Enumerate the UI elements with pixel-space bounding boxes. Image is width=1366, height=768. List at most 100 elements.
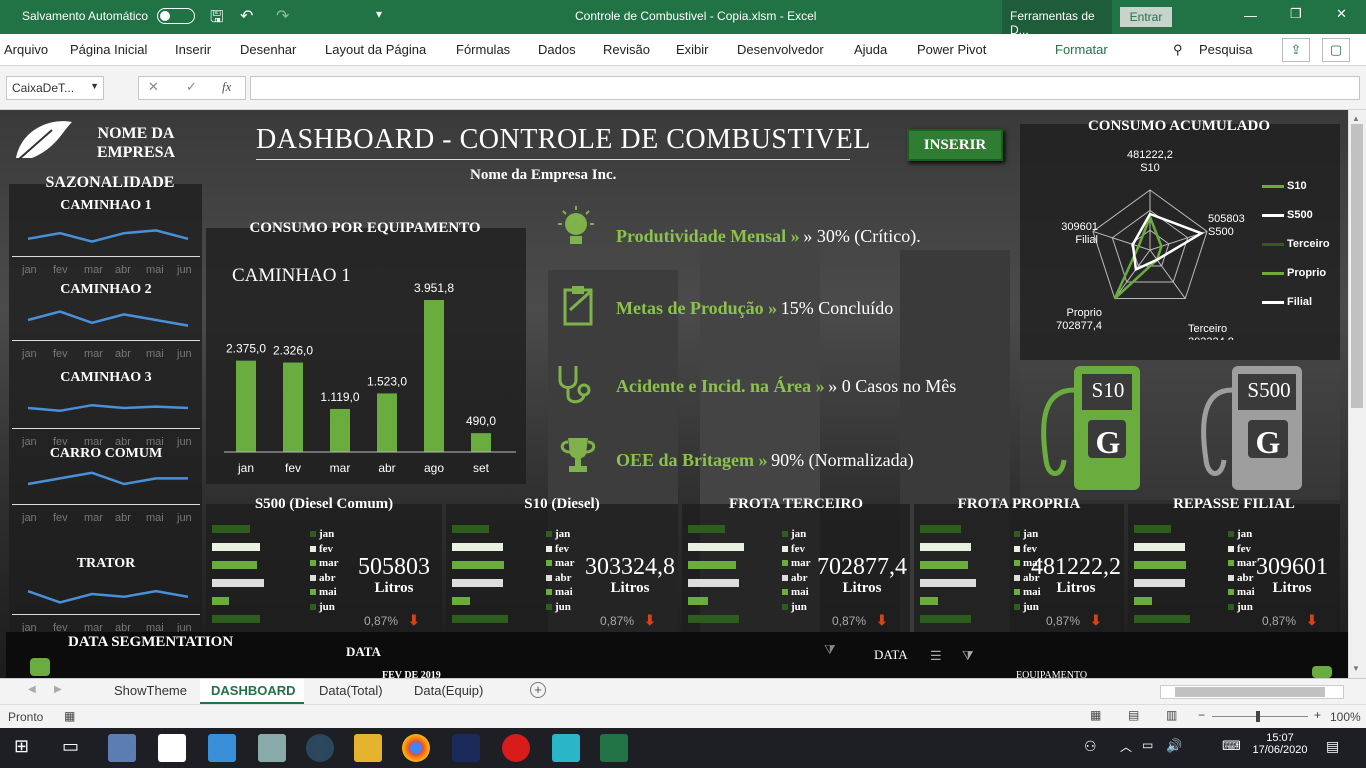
language-icon[interactable]: ⌨: [1222, 738, 1241, 754]
clear-filter-icon[interactable]: ⧩: [824, 642, 836, 658]
prev-sheet-icon[interactable]: ◀: [28, 684, 36, 695]
scroll-down-icon[interactable]: ▼: [1352, 664, 1360, 673]
fuel-card-legend-item: abr: [310, 572, 336, 584]
app-icon[interactable]: [552, 734, 580, 762]
computer-app-icon[interactable]: [108, 734, 136, 762]
legend-label: Terceiro: [1287, 238, 1330, 250]
zoom-in-icon[interactable]: +: [1314, 708, 1321, 722]
tools-context-tab[interactable]: Ferramentas de D...: [1010, 9, 1112, 37]
segmentation-date-value[interactable]: FEV DE 2019: [382, 670, 441, 678]
tab-exibir[interactable]: Exibir: [676, 42, 709, 57]
tab-revisao[interactable]: Revisão: [603, 42, 650, 57]
legend-swatch: [310, 560, 316, 566]
enter-icon[interactable]: ✓: [186, 79, 197, 95]
search-label[interactable]: Pesquisa: [1199, 42, 1252, 57]
chevron-down-icon[interactable]: ▼: [90, 81, 99, 91]
tab-pagina-inicial[interactable]: Página Inicial: [70, 42, 147, 57]
page-layout-icon[interactable]: ▤: [1128, 708, 1139, 722]
scroll-up-icon[interactable]: ▲: [1352, 114, 1360, 123]
monitor-app-icon[interactable]: [258, 734, 286, 762]
zoom-handle[interactable]: [1256, 711, 1260, 722]
windows-start-icon[interactable]: ⊞: [14, 736, 29, 757]
redo-icon[interactable]: ↷: [276, 6, 289, 26]
tab-formatar[interactable]: Formatar: [1055, 42, 1108, 57]
kpi-accidents-label: Acidente e Incid. na Área »: [616, 376, 825, 396]
fuel-card-percent: 0,87%: [1046, 614, 1081, 628]
chrome-icon[interactable]: [402, 734, 430, 762]
tab-power-pivot[interactable]: Power Pivot: [917, 42, 986, 57]
windows-taskbar: ⊞ ▭ ⚇ ︿ ▭ 🔊 ⌨ 15:07 17/06/2020 ▤: [0, 728, 1366, 768]
fuel-card-legend-item: jun: [782, 601, 807, 613]
bar-set: [471, 433, 491, 452]
kpi-accidents: Acidente e Incid. na Área » » 0 Casos no…: [616, 376, 956, 397]
zoom-level[interactable]: 100%: [1330, 710, 1361, 724]
search-icon[interactable]: ⚲: [1173, 42, 1183, 58]
horizontal-scrollbar[interactable]: [1160, 685, 1344, 699]
scroll-thumb[interactable]: [1351, 124, 1363, 408]
add-sheet-icon[interactable]: +: [530, 682, 546, 698]
close-icon[interactable]: ✕: [1336, 6, 1347, 22]
tab-formulas[interactable]: Fórmulas: [456, 42, 510, 57]
zoom-out-icon[interactable]: −: [1198, 708, 1205, 722]
macro-record-icon[interactable]: ▦: [64, 709, 75, 723]
radar-legend-item: S500: [1262, 209, 1313, 221]
page-break-icon[interactable]: ▥: [1166, 708, 1177, 722]
signin-button[interactable]: Entrar: [1120, 7, 1172, 27]
clock[interactable]: 15:07 17/06/2020: [1250, 732, 1310, 756]
next-sheet-icon[interactable]: ▶: [54, 684, 62, 695]
file-explorer-icon[interactable]: [354, 734, 382, 762]
comments-icon[interactable]: ▢: [1322, 38, 1350, 62]
sparkline-path: [27, 589, 189, 604]
battery-icon[interactable]: ▭: [1142, 738, 1153, 752]
cancel-icon[interactable]: ✕: [148, 79, 159, 95]
radar-axis-value: 505803: [1208, 213, 1245, 225]
autosave-toggle[interactable]: [157, 8, 195, 24]
opera-icon[interactable]: [502, 734, 530, 762]
tab-data-total[interactable]: Data(Total): [319, 683, 383, 698]
undo-icon[interactable]: ↶: [240, 6, 253, 26]
steam-icon[interactable]: [306, 734, 334, 762]
minimize-icon[interactable]: —: [1244, 8, 1257, 23]
fx-icon[interactable]: fx: [222, 79, 231, 95]
customize-icon[interactable]: ▾: [376, 7, 382, 21]
tab-inserir[interactable]: Inserir: [175, 42, 211, 57]
tab-arquivo[interactable]: Arquivo: [4, 42, 48, 57]
name-box[interactable]: CaixaDeT... ▼: [6, 76, 104, 100]
formula-input[interactable]: [250, 76, 1360, 100]
lightbulb-icon: [558, 206, 594, 244]
stethoscope-icon: [558, 366, 591, 404]
excel-icon[interactable]: [600, 734, 628, 762]
tab-data-equip[interactable]: Data(Equip): [414, 683, 483, 698]
tab-dashboard[interactable]: DASHBOARD: [211, 683, 296, 698]
normal-view-icon[interactable]: ▦: [1090, 708, 1101, 722]
legend-swatch: [1014, 603, 1020, 610]
tab-ajuda[interactable]: Ajuda: [854, 42, 887, 57]
tab-showtheme[interactable]: ShowTheme: [114, 683, 187, 698]
control-panel-icon[interactable]: [208, 734, 236, 762]
zoom-slider[interactable]: [1212, 716, 1308, 717]
save-icon[interactable]: 🖫: [210, 6, 224, 33]
people-icon[interactable]: ⚇: [1084, 738, 1097, 755]
task-view-icon[interactable]: ▭: [62, 736, 79, 757]
insert-button[interactable]: INSERIR: [907, 129, 1003, 161]
tab-dados[interactable]: Dados: [538, 42, 576, 57]
tab-layout[interactable]: Layout da Página: [325, 42, 426, 57]
kpi-accidents-value: » 0 Casos no Mês: [828, 376, 957, 396]
title-bar: Salvamento Automático 🖫 ↶ ↷ ▾ Controle d…: [0, 0, 1366, 37]
vertical-scrollbar[interactable]: ▲ ▼: [1348, 110, 1366, 678]
clear-filter-icon-2[interactable]: ⧩: [962, 648, 974, 664]
tray-chevron-icon[interactable]: ︿: [1120, 738, 1132, 755]
legend-swatch: [546, 603, 552, 610]
volume-icon[interactable]: 🔊: [1166, 738, 1182, 754]
multi-select-icon[interactable]: ☰: [930, 648, 942, 664]
maximize-icon[interactable]: ❐: [1290, 6, 1302, 22]
tab-desenvolvedor[interactable]: Desenvolvedor: [737, 42, 824, 57]
share-icon[interactable]: ⇪: [1282, 38, 1310, 62]
notifications-icon[interactable]: ▤: [1326, 738, 1339, 755]
power-bi-icon[interactable]: [452, 734, 480, 762]
notes-app-icon[interactable]: [158, 734, 186, 762]
fuel-card-unit: Litros: [842, 580, 882, 596]
legend-label: jan: [319, 528, 335, 540]
tab-desenhar[interactable]: Desenhar: [240, 42, 296, 57]
kpi-goals-value: 15% Concluído: [780, 298, 894, 318]
